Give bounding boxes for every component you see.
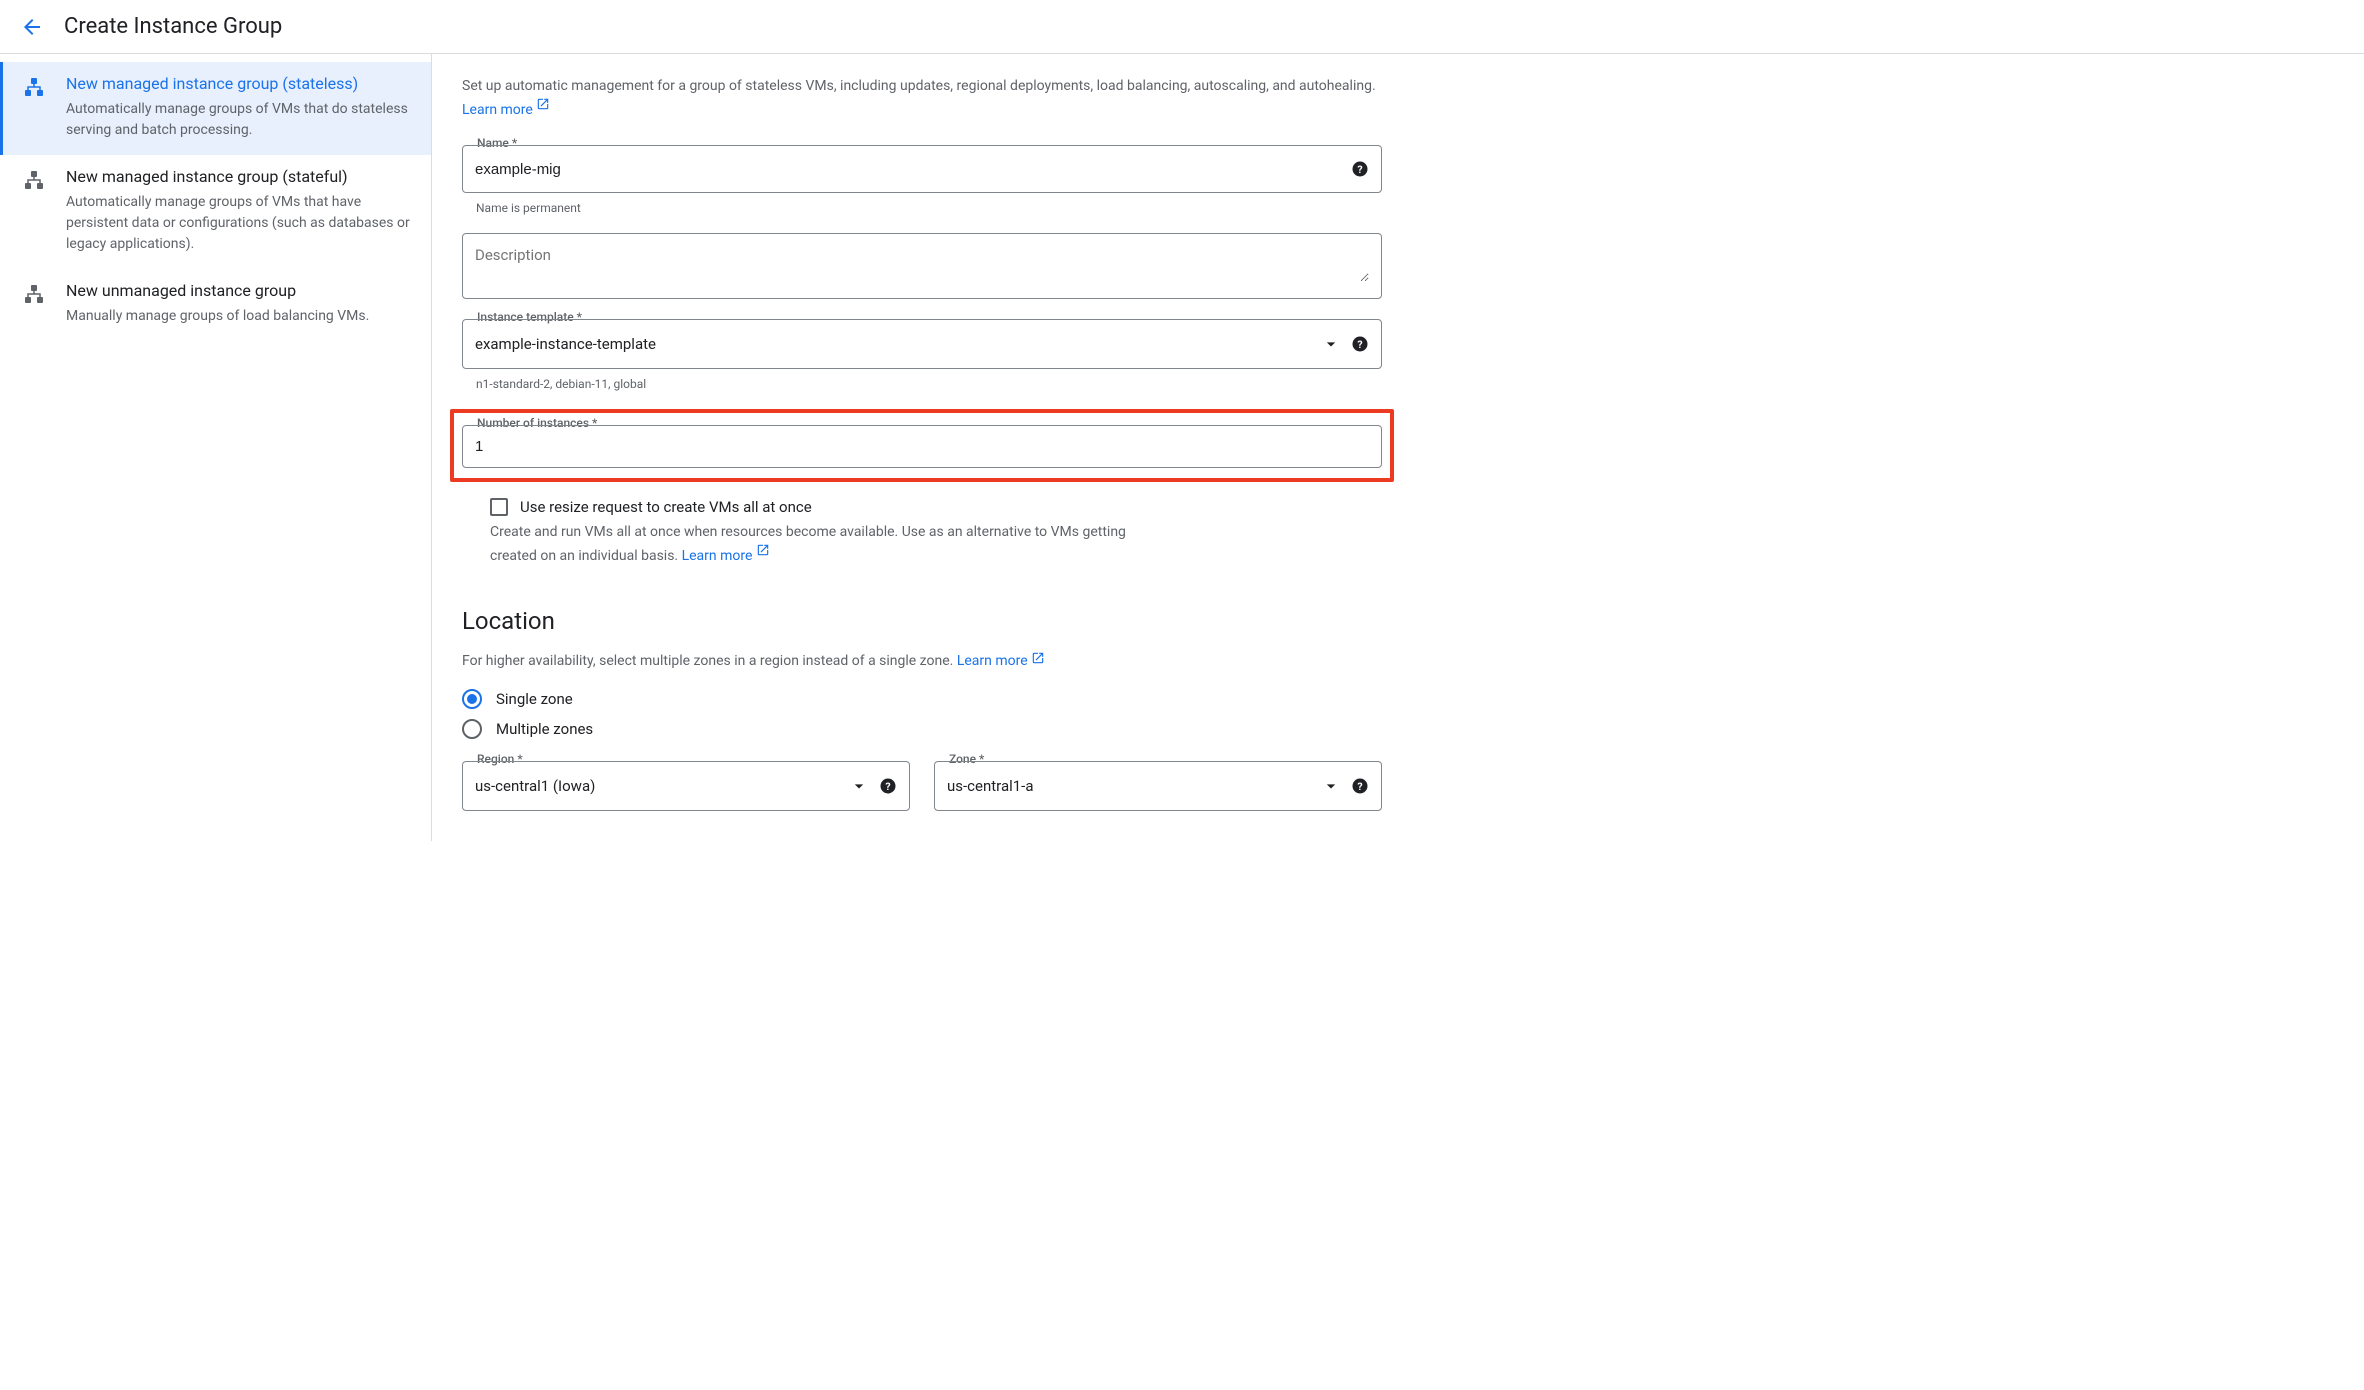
zone-field: Zone * us-central1-a ? — [934, 761, 1382, 811]
template-field: Instance template * example-instance-tem… — [462, 319, 1382, 369]
radio-multiple-zones[interactable]: Multiple zones — [462, 719, 1382, 739]
chevron-down-icon — [849, 776, 869, 796]
location-desc-text: For higher availability, select multiple… — [462, 653, 957, 669]
radio-label: Single zone — [496, 690, 573, 708]
description-input[interactable] — [475, 246, 1369, 282]
instance-group-icon — [22, 74, 46, 98]
region-value: us-central1 (Iowa) — [475, 777, 849, 795]
help-icon[interactable]: ? — [1351, 160, 1369, 178]
zone-value: us-central1-a — [947, 777, 1321, 795]
sidebar-item-unmanaged[interactable]: New unmanaged instance group Manually ma… — [0, 269, 431, 341]
sidebar-item-title: New unmanaged instance group — [66, 281, 411, 300]
resize-desc: Create and run VMs all at once when reso… — [490, 522, 1140, 567]
sidebar-item-desc: Automatically manage groups of VMs that … — [66, 192, 411, 255]
svg-text:?: ? — [885, 780, 890, 793]
resize-checkbox[interactable] — [490, 498, 508, 516]
help-icon[interactable]: ? — [1351, 335, 1369, 353]
radio-button[interactable] — [462, 719, 482, 739]
radio-label: Multiple zones — [496, 720, 593, 738]
external-link-icon — [536, 97, 550, 118]
resize-learn-more-link[interactable]: Learn more — [682, 548, 770, 564]
name-input[interactable] — [475, 161, 1341, 178]
help-icon[interactable]: ? — [1351, 777, 1369, 795]
name-field: Name * ? — [462, 145, 1382, 193]
instances-input[interactable] — [475, 438, 1369, 455]
back-arrow-icon[interactable] — [20, 15, 44, 39]
svg-text:?: ? — [1357, 338, 1362, 351]
intro-text: Set up automatic management for a group … — [462, 76, 1382, 121]
external-link-icon — [756, 543, 770, 564]
intro-learn-more-link[interactable]: Learn more — [462, 102, 550, 118]
resize-checkbox-row[interactable]: Use resize request to create VMs all at … — [490, 498, 1382, 516]
sidebar-item-title: New managed instance group (stateless) — [66, 74, 411, 93]
instances-highlight: Number of instances * — [450, 409, 1394, 482]
chevron-down-icon — [1321, 334, 1341, 354]
region-select[interactable]: us-central1 (Iowa) ? — [462, 761, 910, 811]
radio-single-zone[interactable]: Single zone — [462, 689, 1382, 709]
chevron-down-icon — [1321, 776, 1341, 796]
template-value: example-instance-template — [475, 335, 1321, 353]
location-title: Location — [462, 607, 1382, 635]
region-field: Region * us-central1 (Iowa) ? — [462, 761, 910, 811]
sidebar-item-stateless[interactable]: New managed instance group (stateless) A… — [0, 62, 431, 155]
sidebar-item-stateful[interactable]: New managed instance group (stateful) Au… — [0, 155, 431, 269]
sidebar: New managed instance group (stateless) A… — [0, 54, 432, 841]
instance-group-icon — [22, 167, 46, 191]
instances-field: Number of instances * — [462, 425, 1382, 468]
name-help: Name is permanent — [476, 201, 1382, 215]
radio-button[interactable] — [462, 689, 482, 709]
help-icon[interactable]: ? — [879, 777, 897, 795]
resize-label: Use resize request to create VMs all at … — [520, 498, 812, 516]
sidebar-item-desc: Automatically manage groups of VMs that … — [66, 99, 411, 141]
location-desc: For higher availability, select multiple… — [462, 651, 1382, 669]
svg-text:?: ? — [1357, 780, 1362, 793]
page-header: Create Instance Group — [0, 0, 2364, 54]
location-learn-more-link[interactable]: Learn more — [957, 653, 1045, 669]
resize-desc-text: Create and run VMs all at once when reso… — [490, 524, 1126, 564]
instance-group-icon — [22, 281, 46, 305]
page-title: Create Instance Group — [64, 14, 282, 39]
intro-text-body: Set up automatic management for a group … — [462, 78, 1376, 94]
description-field — [462, 233, 1382, 299]
sidebar-item-desc: Manually manage groups of load balancing… — [66, 306, 411, 327]
sidebar-item-title: New managed instance group (stateful) — [66, 167, 411, 186]
template-help: n1-standard-2, debian-11, global — [476, 377, 1382, 391]
svg-text:?: ? — [1357, 163, 1362, 176]
template-select[interactable]: example-instance-template ? — [462, 319, 1382, 369]
main-content: Set up automatic management for a group … — [432, 54, 1412, 841]
external-link-icon — [1031, 651, 1045, 669]
zone-select[interactable]: us-central1-a ? — [934, 761, 1382, 811]
